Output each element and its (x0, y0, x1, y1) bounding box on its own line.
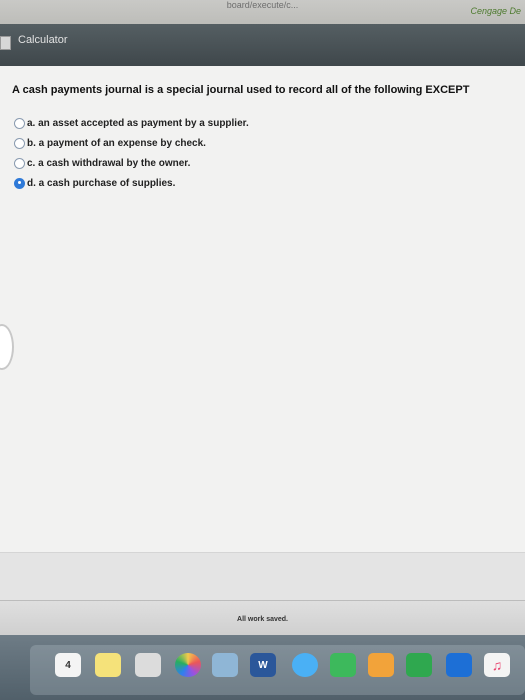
calculator-icon[interactable] (0, 36, 11, 50)
option-d-label: d. a cash purchase of supplies. (27, 177, 176, 189)
save-status: All work saved. (237, 616, 288, 623)
option-b[interactable]: b. a payment of an expense by check. (14, 133, 514, 153)
browser-top-bar: board/execute/c... Cengage De (0, 0, 525, 25)
calculator-bar: Calculator (0, 24, 525, 66)
preview-icon[interactable] (212, 653, 238, 677)
option-b-label: b. a payment of an expense by check. (27, 137, 206, 149)
option-a-label: a. an asset accepted as payment by a sup… (27, 117, 249, 129)
keynote-icon[interactable] (446, 653, 472, 677)
calendar-day: 4 (65, 659, 71, 671)
status-footer: All work saved. (0, 600, 525, 636)
option-b-radio[interactable] (14, 137, 25, 149)
word-icon[interactable]: W (250, 653, 276, 677)
photos-icon[interactable] (175, 653, 201, 677)
pages-icon[interactable] (368, 653, 394, 677)
cengage-brand: Cengage De (470, 6, 521, 16)
calculator-link[interactable]: Calculator (18, 34, 68, 46)
url-fragment[interactable]: board/execute/c... (175, 0, 350, 10)
option-d-radio[interactable] (14, 177, 25, 189)
option-a[interactable]: a. an asset accepted as payment by a sup… (14, 113, 514, 133)
calendar-icon[interactable]: 4 (55, 653, 81, 677)
option-c[interactable]: c. a cash withdrawal by the owner. (14, 153, 514, 173)
side-panel-handle[interactable] (0, 324, 14, 370)
empty-area (0, 552, 525, 601)
option-d[interactable]: d. a cash purchase of supplies. (14, 173, 514, 193)
messages-icon[interactable] (292, 653, 318, 677)
option-c-label: c. a cash withdrawal by the owner. (27, 157, 191, 169)
facetime-icon[interactable] (330, 653, 356, 677)
notes-icon[interactable] (95, 653, 121, 677)
answer-options: a. an asset accepted as payment by a sup… (14, 113, 514, 193)
option-a-radio[interactable] (14, 117, 25, 129)
word-letter: W (258, 659, 268, 671)
option-c-radio[interactable] (14, 157, 25, 169)
launcher-icon[interactable] (135, 653, 161, 677)
question-panel: A cash payments journal is a special jou… (0, 66, 525, 552)
question-text: A cash payments journal is a special jou… (12, 84, 470, 96)
itunes-icon[interactable]: ♫ (484, 653, 510, 677)
dock: 4 W ♫ (0, 635, 525, 700)
numbers-icon[interactable] (406, 653, 432, 677)
